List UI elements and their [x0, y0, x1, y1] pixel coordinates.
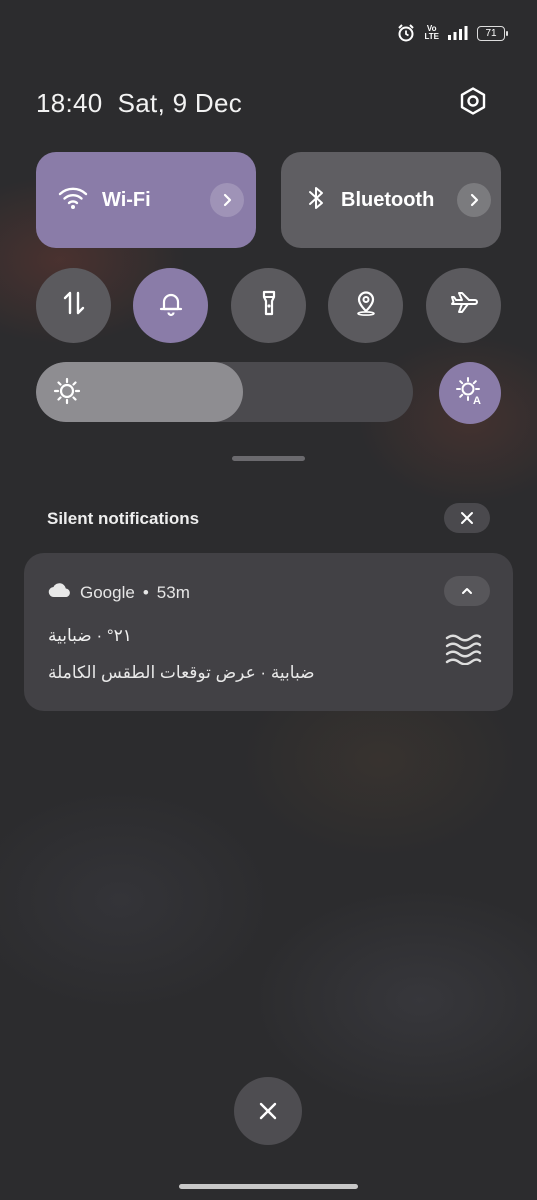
sound-toggle[interactable]: [133, 268, 208, 343]
drag-handle[interactable]: [232, 456, 305, 461]
gear-icon: [458, 86, 488, 121]
close-panel-button[interactable]: [234, 1077, 302, 1145]
wifi-label: Wi-Fi: [102, 188, 151, 211]
flashlight-toggle[interactable]: [231, 268, 306, 343]
svg-text:A: A: [473, 395, 481, 407]
close-icon: [259, 1102, 277, 1120]
bluetooth-tile[interactable]: Bluetooth: [281, 152, 501, 248]
status-bar: Vo LTE 71: [396, 22, 508, 44]
notification-time: 53m: [156, 582, 190, 602]
home-indicator[interactable]: [179, 1184, 358, 1189]
chevron-right-icon: [470, 193, 479, 207]
brightness-slider[interactable]: [36, 362, 413, 422]
collapse-notification-button[interactable]: [444, 576, 490, 606]
bluetooth-details-button[interactable]: [457, 183, 491, 217]
separator-dot: •: [142, 582, 149, 602]
clock-time: 18:40: [36, 88, 103, 118]
auto-brightness-icon: A: [454, 375, 486, 412]
signal-bars-icon: [447, 25, 469, 41]
settings-button[interactable]: [456, 86, 490, 120]
chevron-up-icon: [462, 588, 472, 594]
bell-icon: [157, 289, 185, 322]
silent-notifications-header: Silent notifications: [47, 509, 200, 528]
volte-indicator: Vo LTE: [424, 24, 439, 41]
cloud-icon: [48, 582, 72, 603]
notification-body: ضبابية · عرض توقعات الطقس الكاملة: [48, 663, 315, 682]
clear-silent-notifications-button[interactable]: [444, 503, 490, 533]
alarm-clock-icon: [396, 23, 416, 43]
brightness-icon: [52, 376, 82, 411]
notification-title: ٢١° · ضبابية: [48, 626, 132, 645]
notification-card[interactable]: Google • 53m ٢١° · ضبابية ضبابية · عرض ت…: [24, 553, 513, 711]
close-icon: [461, 512, 473, 524]
wifi-details-button[interactable]: [210, 183, 244, 217]
airplane-icon: [449, 289, 479, 322]
wifi-icon: [58, 186, 88, 215]
chevron-right-icon: [223, 193, 232, 207]
battery-indicator: 71: [477, 25, 508, 41]
notification-header: Google • 53m: [48, 582, 190, 603]
mobile-data-toggle[interactable]: [36, 268, 111, 343]
auto-brightness-button[interactable]: A: [439, 362, 501, 424]
notification-app-name: Google: [80, 582, 135, 602]
location-pin-icon: [352, 289, 380, 322]
clock-date: 18:40 Sat, 9 Dec: [36, 88, 242, 119]
wifi-tile[interactable]: Wi-Fi: [36, 152, 256, 248]
fog-icon: [444, 633, 482, 670]
data-arrows-icon: [60, 289, 88, 322]
flashlight-icon: [255, 289, 283, 322]
location-toggle[interactable]: [328, 268, 403, 343]
bluetooth-label: Bluetooth: [341, 188, 435, 211]
date-label: Sat, 9 Dec: [117, 88, 243, 118]
bluetooth-icon: [305, 185, 327, 216]
airplane-mode-toggle[interactable]: [426, 268, 501, 343]
